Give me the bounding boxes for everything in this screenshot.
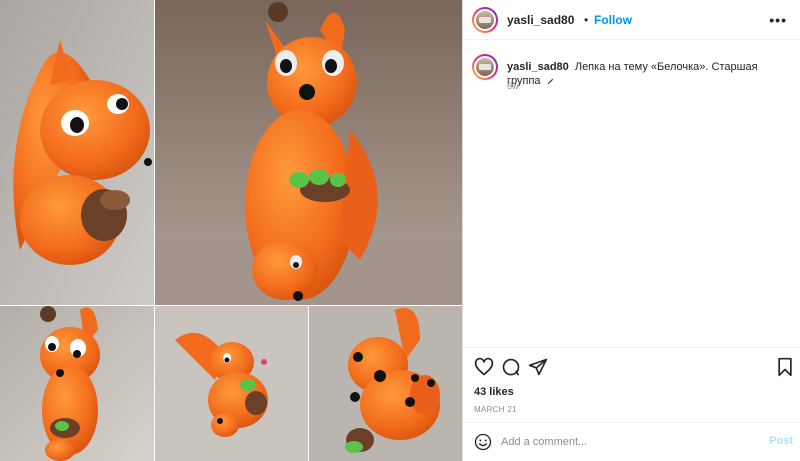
photo-tile-5 bbox=[309, 306, 462, 461]
caption-username[interactable]: yasli_sad80 bbox=[507, 61, 569, 73]
caption-text: yasli_sad80 Лепка на тему «Белочка». Ста… bbox=[507, 60, 791, 88]
comment-icon[interactable] bbox=[501, 357, 521, 377]
photo-tile-2 bbox=[155, 0, 462, 305]
separator-dot: • bbox=[584, 13, 589, 27]
caption-timestamp: 6w bbox=[507, 81, 519, 91]
follow-button[interactable]: Follow bbox=[594, 13, 632, 27]
avatar[interactable] bbox=[472, 7, 498, 33]
likes-count[interactable]: 43 likes bbox=[474, 386, 514, 398]
photo-tile-3 bbox=[0, 306, 154, 461]
post-details-panel: yasli_sad80 • Follow ••• yasli_sad80 Леп… bbox=[462, 0, 800, 461]
action-bar: 43 likes MARCH 21 bbox=[463, 347, 800, 422]
post-image[interactable] bbox=[0, 0, 462, 461]
squirrel-collage-image bbox=[0, 0, 462, 461]
post-comment-button[interactable]: Post bbox=[769, 435, 793, 447]
post-date: MARCH 21 bbox=[474, 405, 517, 414]
photo-tile-4 bbox=[155, 306, 308, 461]
author-username[interactable]: yasli_sad80 bbox=[507, 13, 574, 27]
emoji-icon[interactable] bbox=[474, 433, 492, 451]
bookmark-icon[interactable] bbox=[775, 357, 795, 377]
pencil-icon bbox=[546, 78, 553, 85]
heart-icon[interactable] bbox=[474, 357, 494, 377]
comment-bar: Post bbox=[463, 422, 800, 461]
paper-plane-icon[interactable] bbox=[528, 357, 548, 377]
comment-input[interactable] bbox=[501, 433, 751, 451]
more-icon[interactable]: ••• bbox=[769, 12, 787, 28]
post-header: yasli_sad80 • Follow ••• bbox=[463, 0, 800, 40]
photo-tile-1 bbox=[0, 0, 154, 305]
caption-avatar[interactable] bbox=[472, 54, 498, 80]
